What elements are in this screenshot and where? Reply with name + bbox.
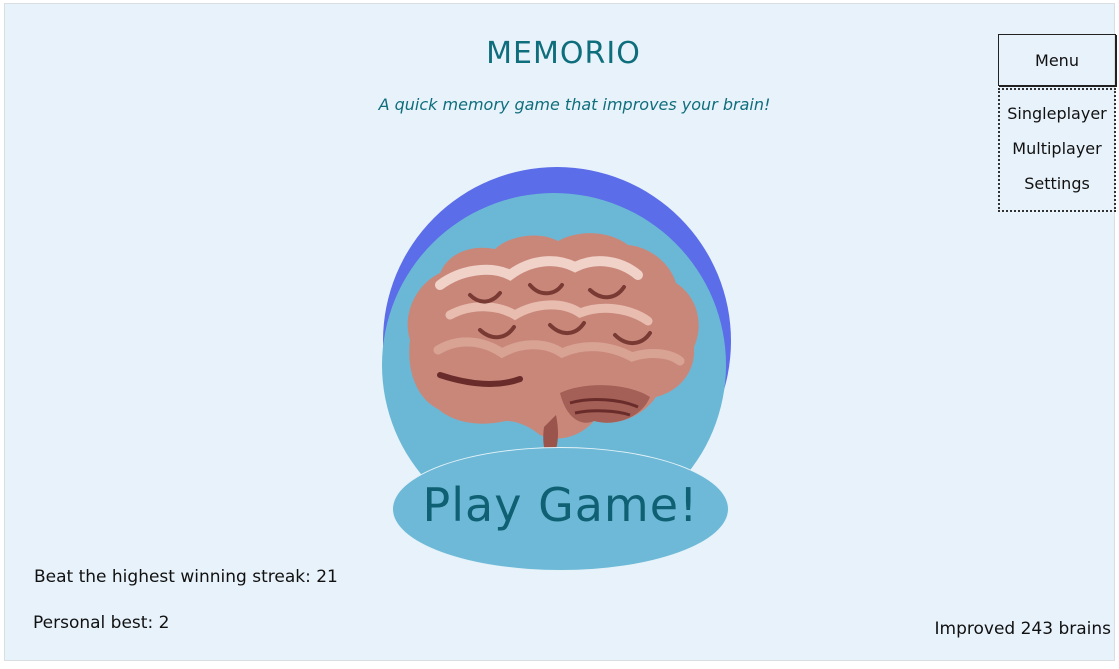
menu-item-multiplayer[interactable]: Multiplayer: [1012, 135, 1101, 170]
play-game-button[interactable]: Play Game!: [392, 447, 729, 571]
game-title: MEMORIO: [486, 36, 641, 71]
menu-button[interactable]: Menu: [998, 34, 1116, 86]
winning-streak-text: Beat the highest winning streak: 21: [34, 567, 338, 587]
improved-brains-text: Improved 243 brains: [934, 619, 1112, 639]
personal-best-text: Personal best: 2: [33, 613, 170, 633]
menu-button-label: Menu: [1035, 50, 1079, 70]
menu-item-settings[interactable]: Settings: [1024, 170, 1090, 205]
play-game-label: Play Game!: [422, 478, 699, 532]
page: MEMORIO A quick memory game that improve…: [0, 0, 1119, 669]
menu-item-singleplayer[interactable]: Singleplayer: [1007, 100, 1106, 135]
menu-dropdown: Singleplayer Multiplayer Settings: [998, 88, 1116, 212]
game-subtitle: A quick memory game that improves your b…: [378, 95, 771, 114]
